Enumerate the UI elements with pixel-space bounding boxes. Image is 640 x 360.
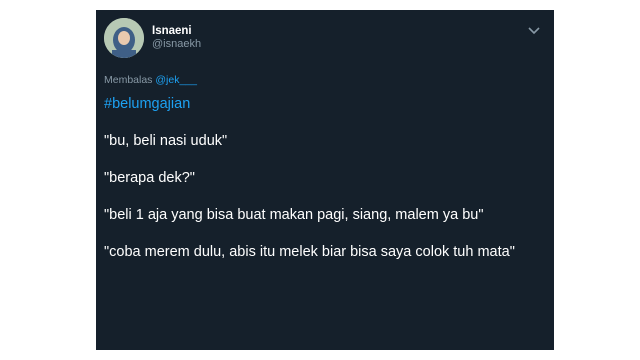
tweet-card[interactable]: Isnaeni @isnaekh Membalas @jek___ #belum… — [96, 10, 554, 350]
user-info: Isnaeni @isnaekh — [152, 24, 201, 52]
reply-mention-link[interactable]: @jek___ — [155, 74, 197, 86]
tweet-line: "coba merem dulu, abis itu melek biar bi… — [104, 244, 515, 260]
reply-prefix: Membalas — [104, 74, 153, 86]
tweet-header: Isnaeni @isnaekh — [104, 18, 201, 58]
tweet-line: "bu, beli nasi uduk" — [104, 133, 228, 149]
user-handle[interactable]: @isnaekh — [152, 38, 201, 52]
chevron-down-icon[interactable] — [528, 26, 540, 36]
avatar[interactable] — [104, 18, 144, 58]
hashtag-link[interactable]: #belumgajian — [104, 94, 544, 114]
display-name[interactable]: Isnaeni — [152, 24, 201, 38]
avatar-image — [104, 18, 144, 58]
tweet-text: #belumgajian "bu, beli nasi uduk" "berap… — [104, 94, 544, 279]
tweet-line: "berapa dek?" — [104, 170, 195, 186]
reply-context: Membalas @jek___ — [104, 74, 197, 86]
tweet-line: "beli 1 aja yang bisa buat makan pagi, s… — [104, 207, 484, 223]
